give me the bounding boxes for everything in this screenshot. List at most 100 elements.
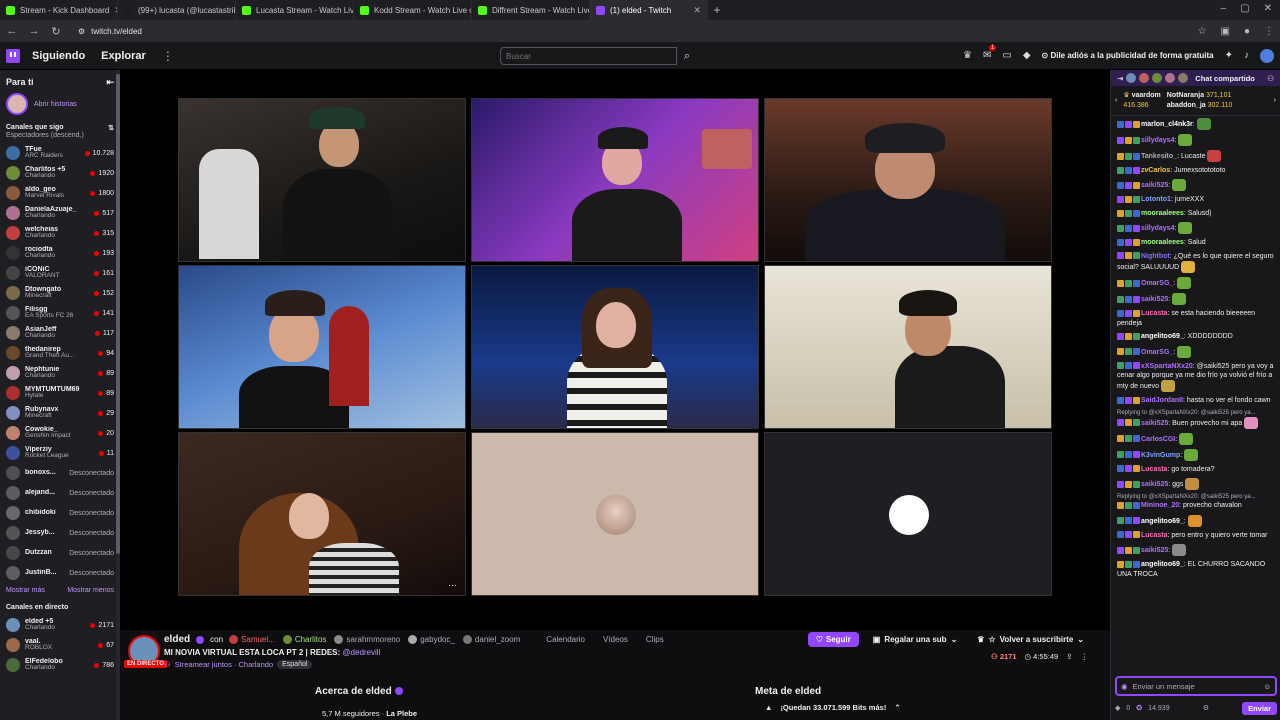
sidebar-channel[interactable]: Charlitos +5 Charlando 1920 xyxy=(0,163,120,183)
chat-message[interactable]: CarlosCGI: xyxy=(1117,432,1274,445)
chat-username[interactable]: saiki525 xyxy=(1141,481,1168,488)
back-icon[interactable]: ← xyxy=(6,25,18,37)
sidebar-channel[interactable]: alejand... Desconectado xyxy=(0,483,120,503)
chat-username[interactable]: angelitoo69_ xyxy=(1141,561,1184,568)
chat-message[interactable]: OmarSG_: xyxy=(1117,277,1274,290)
video-player[interactable]: ⋯ EN DIRECTO elded con Samuel... Charlito… xyxy=(120,70,1110,720)
chat-username[interactable]: angelitoo69_ xyxy=(1141,333,1184,340)
video-tile-1[interactable] xyxy=(178,98,466,262)
browser-tab[interactable]: Lucasta Stream - Watch Live on✕ xyxy=(236,0,354,20)
profile-icon[interactable]: ● xyxy=(1244,26,1250,37)
more-menu-icon[interactable]: ⋮ xyxy=(162,49,174,63)
browser-menu-icon[interactable]: ⋮ xyxy=(1264,26,1274,37)
browser-tab[interactable]: (99+) lucasta (@lucastastrike)✕ xyxy=(118,0,236,20)
url-field[interactable]: ⚙ twitch.tv/elded xyxy=(78,27,142,36)
chat-username[interactable]: saiki525 xyxy=(1141,420,1168,427)
maximize-icon[interactable]: ▢ xyxy=(1240,3,1249,14)
chat-username[interactable]: Mininoe_20 xyxy=(1141,502,1179,509)
chat-message[interactable]: Lucasta: go tomadera? xyxy=(1117,465,1274,474)
sidebar-channel[interactable]: iCONiC VALORANT 161 xyxy=(0,263,120,283)
chat-username[interactable]: sillydays4 xyxy=(1141,137,1174,144)
stream-category[interactable]: Streamear juntos · Charlando xyxy=(175,660,273,669)
sidebar-channel[interactable]: Jessyb... Desconectado xyxy=(0,523,120,543)
browser-tab[interactable]: (1) elded - Twitch ✕ xyxy=(590,0,708,20)
chat-message[interactable]: K3vinGump: xyxy=(1117,448,1274,461)
channel-link-vídeos[interactable]: Vídeos xyxy=(603,635,628,644)
close-tab-icon[interactable]: ✕ xyxy=(693,5,701,16)
chat-username[interactable]: Lucasta xyxy=(1141,466,1167,473)
sidebar-channel[interactable]: ElFedelobo Charlando 786 xyxy=(0,655,120,675)
chat-settings-icon[interactable]: ⚙ xyxy=(1203,704,1209,712)
collapse-chat-icon[interactable]: ⇥ xyxy=(1117,74,1123,83)
chat-username[interactable]: Tankesito_ xyxy=(1141,153,1177,160)
browser-tab[interactable]: Kodd Stream - Watch Live on K✕ xyxy=(354,0,472,20)
video-tile-4[interactable] xyxy=(178,265,466,429)
ad-free-link[interactable]: ⊙ Dile adiós a la publicidad de forma gr… xyxy=(1042,51,1214,60)
sidebar-channel[interactable]: welcheias Charlando 315 xyxy=(0,223,120,243)
chat-message[interactable]: sillydays4: xyxy=(1117,134,1274,146)
title-handle-link[interactable]: @dedrevill xyxy=(342,648,380,657)
next-icon[interactable]: › xyxy=(1274,97,1276,104)
chat-username[interactable]: mooraaleees xyxy=(1141,210,1184,217)
chat-username[interactable]: angelitoo69_ xyxy=(1141,518,1184,525)
chat-username[interactable]: SaidJordanII xyxy=(1141,397,1183,404)
chat-message[interactable]: Lucasta: se esta haciendo bieeeeen pende… xyxy=(1117,309,1274,328)
following-link[interactable]: Siguiendo xyxy=(32,50,85,62)
extensions-icon[interactable]: ▣ xyxy=(1221,26,1230,37)
close-window-icon[interactable]: ✕ xyxy=(1264,3,1272,14)
chat-message[interactable]: saiki525: ggs xyxy=(1117,478,1274,491)
chat-message[interactable]: Lucasta: pero entro y quiero verte tomar xyxy=(1117,531,1274,540)
sidebar-channel[interactable]: chibidoki Desconectado xyxy=(0,503,120,523)
chat-username[interactable]: saiki525 xyxy=(1141,547,1168,554)
chat-username[interactable]: mooraaleees xyxy=(1141,239,1184,246)
channel-link-calendario[interactable]: Calendario xyxy=(546,635,585,644)
whispers-icon[interactable]: ▭ xyxy=(1002,50,1011,61)
chat-message[interactable]: SaidJordanII: hasta no ver el fondo cawn xyxy=(1117,396,1274,405)
chat-input[interactable]: ◉ Enviar un mensaje ☺ xyxy=(1115,676,1277,696)
chat-username[interactable]: sillydays4 xyxy=(1141,225,1174,232)
sidebar-channel[interactable]: Nephtunie Charlando 89 xyxy=(0,363,120,383)
chat-username[interactable]: OmarSG_ xyxy=(1141,348,1173,355)
notifications-icon[interactable]: ✉ 1 xyxy=(983,45,997,61)
minimize-icon[interactable]: – xyxy=(1221,3,1227,14)
chat-message[interactable]: mooraaleees: Salud xyxy=(1117,238,1274,247)
channel-link-clips[interactable]: Clips xyxy=(646,635,664,644)
video-tile-6[interactable] xyxy=(764,265,1052,429)
chat-message[interactable]: sillydays4: xyxy=(1117,222,1274,235)
chat-message[interactable]: Nightbot: ¿Qué es lo que quiere el segur… xyxy=(1117,252,1274,274)
chat-message[interactable]: zvCarlos: Jumexsototototo xyxy=(1117,166,1274,175)
send-button[interactable]: Enviar xyxy=(1242,701,1277,715)
more-options-icon[interactable]: ⋮ xyxy=(1081,652,1089,661)
chat-username[interactable]: Lucasta xyxy=(1141,310,1167,317)
team-link[interactable]: La Plebe xyxy=(386,709,417,718)
bits-icon[interactable]: ◆ xyxy=(1023,50,1031,61)
sidebar-channel[interactable]: Cowokie_ Genshin Impact 20 xyxy=(0,423,120,443)
chat-username[interactable]: zvCarlos xyxy=(1141,167,1170,174)
emote-picker-icon[interactable]: ☺ xyxy=(1263,682,1271,691)
video-tile-2[interactable] xyxy=(471,98,759,262)
sidebar-channel[interactable]: Rubynavx Minecraft 29 xyxy=(0,403,120,423)
collaborator-link[interactable]: daniel_zoom xyxy=(462,635,520,644)
search-icon[interactable]: ⌕ xyxy=(677,47,697,65)
chat-username[interactable]: saiki525 xyxy=(1141,182,1168,189)
collaborator-link[interactable]: gabydoc_ xyxy=(408,635,455,644)
language-tag[interactable]: Español xyxy=(277,660,313,669)
video-tile-5[interactable] xyxy=(471,265,759,429)
search-input[interactable] xyxy=(500,47,677,65)
video-tile-8-camera-off[interactable] xyxy=(471,432,759,596)
chat-message[interactable]: marlon_cl4nk3r: xyxy=(1117,118,1274,130)
chat-username[interactable]: Lucasta xyxy=(1141,532,1167,539)
channel-points-icon[interactable]: ✪ xyxy=(1136,704,1142,712)
chat-message[interactable]: angelitoo69_: EL CHURRO SACANDO UNA TROC… xyxy=(1117,560,1274,579)
streamer-name[interactable]: elded xyxy=(164,634,190,645)
show-less-link[interactable]: Mostrar menos xyxy=(67,587,114,594)
chat-message[interactable]: angelitoo69_: XDDDDDDDD xyxy=(1117,332,1274,341)
collaborator-link[interactable]: Samuel... xyxy=(229,635,275,644)
gift-sub-button[interactable]: ▣ Regalar una sub ⌄ xyxy=(867,632,964,647)
forward-icon[interactable]: → xyxy=(28,25,40,37)
crown-icon[interactable]: ♛ xyxy=(963,50,972,61)
chat-username[interactable]: marlon_cl4nk3r xyxy=(1141,121,1193,128)
sidebar-channel[interactable]: aldo_geo Marvel Rivals 1800 xyxy=(0,183,120,203)
chat-username[interactable]: Nightbot xyxy=(1141,253,1170,260)
tile-options-icon[interactable]: ⋯ xyxy=(448,580,457,591)
